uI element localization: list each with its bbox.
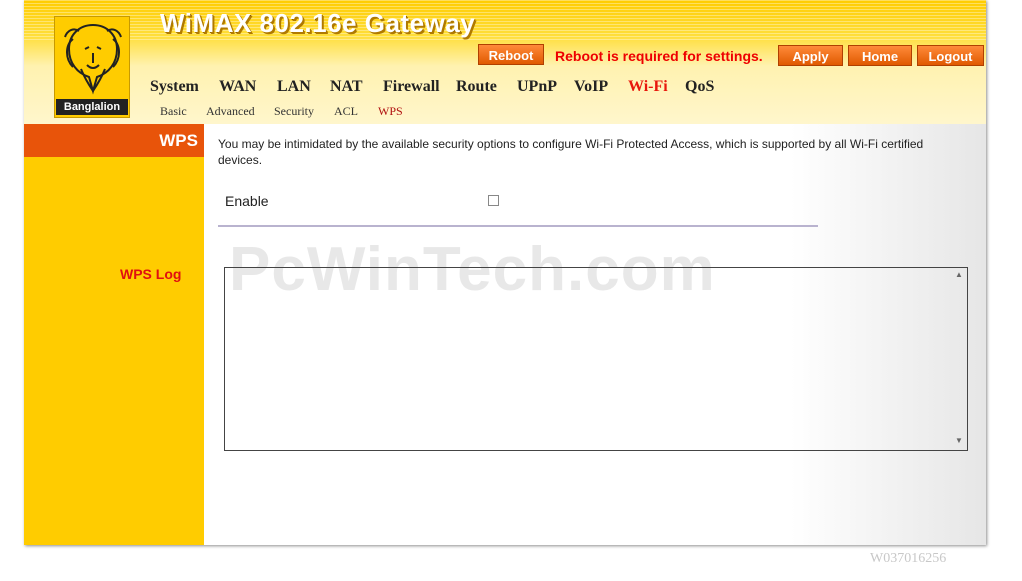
sidebar-item-wps-log[interactable]: WPS Log [120, 266, 181, 282]
nav-wifi[interactable]: Wi-Fi [628, 78, 668, 96]
subnav-wps[interactable]: WPS [378, 104, 403, 119]
nav-system[interactable]: System [150, 78, 199, 96]
sidebar-heading: WPS [24, 124, 204, 157]
brand-logo-text: Banglalion [56, 99, 128, 115]
nav-nat[interactable]: NAT [330, 78, 363, 96]
nav-wan[interactable]: WAN [219, 78, 256, 96]
nav-lan[interactable]: LAN [277, 78, 311, 96]
wps-log-textarea[interactable] [224, 267, 968, 451]
wps-description: You may be intimidated by the available … [218, 137, 924, 167]
home-button[interactable]: Home [848, 45, 912, 66]
lion-icon [64, 23, 122, 95]
nav-firewall[interactable]: Firewall [383, 78, 440, 96]
nav-route[interactable]: Route [456, 78, 497, 96]
reboot-required-message: Reboot is required for settings. [555, 48, 763, 64]
nav-qos[interactable]: QoS [685, 78, 714, 96]
subnav-basic[interactable]: Basic [160, 104, 187, 119]
scroll-down-icon[interactable]: ▼ [954, 437, 964, 445]
reboot-button[interactable]: Reboot [478, 44, 544, 65]
nav-upnp[interactable]: UPnP [517, 78, 557, 96]
sidebar-heading-label: WPS [159, 131, 198, 150]
apply-button[interactable]: Apply [778, 45, 843, 66]
brand-logo: Banglalion [54, 16, 130, 118]
enable-label: Enable [225, 193, 269, 209]
header-banner: Banglalion WiMAX 802.16e Gateway Reboot … [24, 0, 986, 124]
image-code: W037016256 [870, 551, 947, 566]
subnav-advanced[interactable]: Advanced [206, 104, 255, 119]
logout-button[interactable]: Logout [917, 45, 984, 66]
section-divider [218, 225, 818, 227]
subnav-security[interactable]: Security [274, 104, 314, 119]
subnav-acl[interactable]: ACL [334, 104, 358, 119]
page-title: WiMAX 802.16e Gateway [160, 8, 476, 38]
enable-checkbox[interactable] [488, 195, 499, 206]
nav-voip[interactable]: VoIP [574, 78, 608, 96]
sidebar [24, 124, 204, 545]
scroll-up-icon[interactable]: ▲ [954, 271, 964, 279]
gateway-frame: Banglalion WiMAX 802.16e Gateway Reboot … [24, 0, 986, 545]
